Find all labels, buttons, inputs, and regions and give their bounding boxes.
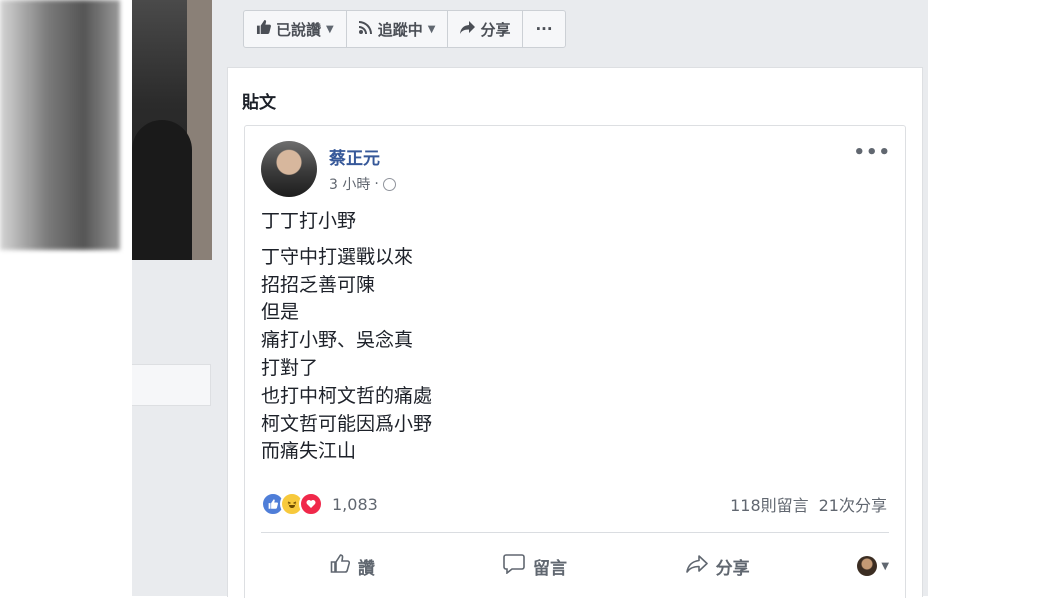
sidebar-box <box>132 364 211 406</box>
comment-icon <box>503 553 525 579</box>
following-button-label: 追蹤中 <box>377 20 423 39</box>
post-divider <box>261 532 889 533</box>
reaction-count: 1,083 <box>332 494 378 514</box>
following-button[interactable]: 追蹤中 ▼ <box>347 11 449 47</box>
comment-button-label: 留言 <box>533 558 567 579</box>
share-button-label: 分享 <box>715 558 750 579</box>
share-arrow-icon <box>460 20 476 38</box>
author-avatar[interactable] <box>261 141 317 197</box>
post-line: 招招乏善可陳 <box>261 273 376 296</box>
reaction-icons <box>261 492 323 516</box>
thumbs-up-icon <box>330 554 350 578</box>
page-action-bar: 已說讚 ▼ 追蹤中 ▼ 分享 ··· <box>243 10 566 48</box>
caret-down-icon: ▼ <box>881 560 890 572</box>
like-button[interactable]: 讚 <box>261 554 444 579</box>
liked-button[interactable]: 已說讚 ▼ <box>244 11 347 47</box>
share-arrow-icon <box>685 554 708 578</box>
post-meta: 3 小時 · <box>329 174 396 194</box>
post-line: 柯文哲可能因爲小野 <box>261 412 433 435</box>
post-line: 痛打小野、吳念真 <box>261 329 414 352</box>
share-button[interactable]: 分享 <box>626 554 809 579</box>
reactions-summary[interactable]: 1,083 <box>261 492 378 516</box>
post-headline: 丁丁打小野 <box>261 210 357 232</box>
post-card: 蔡正元 3 小時 · ••• 丁丁打小野 丁守中打選戰以來 招招乏善可陳 但是 … <box>244 125 906 598</box>
shares-count-link[interactable]: 21次分享 <box>819 492 887 516</box>
liked-button-label: 已說讚 <box>276 20 322 39</box>
cover-photo[interactable] <box>132 0 212 260</box>
comment-button[interactable]: 留言 <box>444 553 627 579</box>
viewer-avatar <box>857 556 878 576</box>
post-time[interactable]: 3 小時 <box>329 174 370 194</box>
share-page-button-label: 分享 <box>480 20 511 39</box>
more-options-button[interactable]: ··· <box>523 11 564 47</box>
more-options-label: ··· <box>535 20 553 38</box>
post-line: 而痛失江山 <box>261 440 357 463</box>
share-page-button[interactable]: 分享 <box>448 11 524 47</box>
post-body: 丁丁打小野 丁守中打選戰以來 招招乏善可陳 但是 痛打小野、吳念真 打對了 也打… <box>261 208 432 466</box>
engagement-counts: 118則留言 21次分享 <box>730 492 887 516</box>
post-line: 打對了 <box>261 356 319 379</box>
comments-count-link[interactable]: 118則留言 <box>730 492 809 516</box>
cover-photo-figure <box>132 120 192 260</box>
post-line: 但是 <box>261 301 300 324</box>
post-line: 丁守中打選戰以來 <box>261 245 414 268</box>
caret-down-icon: ▼ <box>427 23 436 35</box>
posts-panel-title: 貼文 <box>242 93 276 113</box>
like-button-label: 讚 <box>357 558 375 579</box>
author-name[interactable]: 蔡正元 <box>329 144 380 169</box>
post-options-button[interactable]: ••• <box>853 142 891 163</box>
meta-separator: · <box>374 176 379 192</box>
posts-panel: 貼文 蔡正元 3 小時 · ••• 丁丁打小野 丁守中打選戰以來 招招乏善可陳 … <box>227 67 923 598</box>
love-reaction-icon <box>299 492 323 516</box>
post-as-selector[interactable]: ▼ <box>809 556 889 576</box>
blurred-background <box>0 0 120 250</box>
caret-down-icon: ▼ <box>326 23 334 35</box>
globe-icon[interactable] <box>382 177 396 191</box>
post-action-buttons: 讚 留言 分享 ▼ <box>261 546 889 586</box>
rss-icon <box>358 20 373 38</box>
thumbs-up-icon <box>256 20 271 38</box>
post-line: 也打中柯文哲的痛處 <box>261 384 433 407</box>
